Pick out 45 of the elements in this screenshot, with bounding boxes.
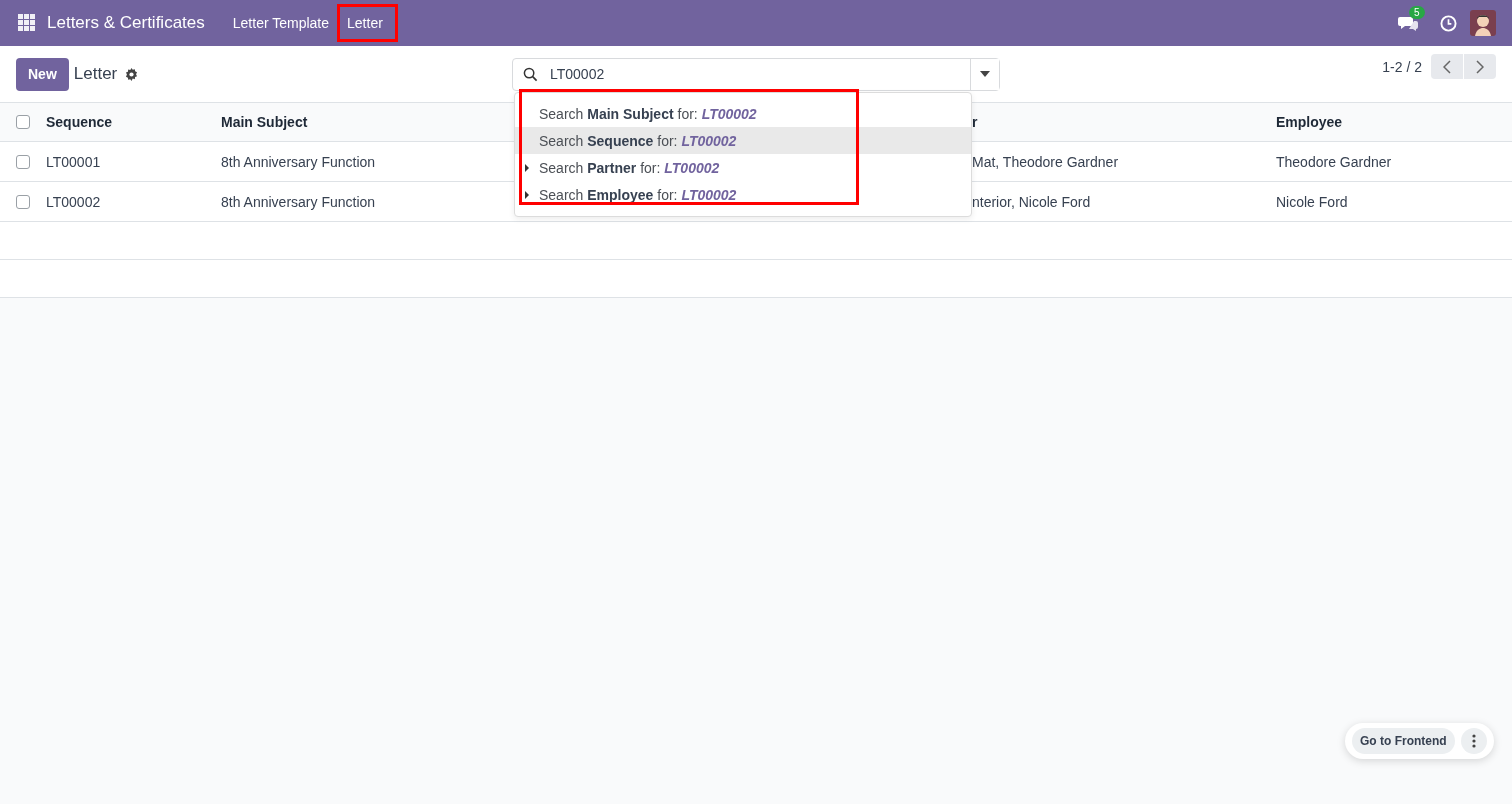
column-header[interactable]: Main Subject (221, 114, 308, 130)
pager-count: 1-2 / 2 (1382, 58, 1422, 75)
table-cell: LT00002 (46, 193, 101, 210)
expand-caret-icon[interactable] (525, 191, 529, 199)
suggestion-text: Search Partner for: LT00002 (539, 159, 720, 176)
suggestion-text: Search Main Subject for: LT00002 (539, 105, 757, 122)
suggestion-text: Search Employee for: LT00002 (539, 186, 737, 203)
search-suggestion[interactable]: Search Partner for: LT00002 (515, 154, 971, 181)
expand-caret-icon[interactable] (525, 164, 529, 172)
select-all-checkbox[interactable] (16, 115, 30, 129)
more-options-button[interactable] (1460, 728, 1487, 754)
app-title[interactable]: Letters & Certificates (47, 13, 205, 33)
avatar-icon[interactable] (1470, 10, 1496, 36)
table-cell: Mat, Theodore Gardner (972, 153, 1119, 170)
column-header[interactable]: Sequence (46, 114, 113, 130)
search-suggestion[interactable]: Search Main Subject for: LT00002 (515, 100, 971, 127)
go-to-frontend-button[interactable]: Go to Frontend (1352, 728, 1455, 754)
search-bar[interactable]: LT00002 (512, 57, 1000, 91)
chevron-left-icon (1443, 59, 1451, 74)
column-header[interactable]: Employee (1276, 114, 1343, 130)
row-checkbox[interactable] (16, 194, 30, 209)
table-cell: 8th Anniversary Function (221, 193, 376, 210)
suggestion-text: Search Sequence for: LT00002 (539, 132, 737, 149)
clock-icon[interactable] (1440, 14, 1457, 32)
app-grid-icon[interactable] (18, 14, 36, 32)
table-cell: Nicole Ford (1276, 193, 1348, 210)
column-header[interactable]: r (972, 114, 978, 130)
search-icon (523, 66, 538, 82)
breadcrumb-title: Letter (73, 64, 118, 84)
table-cell: 8th Anniversary Function (221, 153, 376, 170)
search-input[interactable]: LT00002 (548, 65, 970, 83)
kebab-menu-icon (1471, 734, 1476, 748)
search-suggestion[interactable]: Search Sequence for: LT00002 (515, 127, 971, 154)
table-cell: Theodore Gardner (1276, 153, 1392, 170)
settings-icon[interactable] (125, 67, 139, 81)
search-suggestion[interactable]: Search Employee for: LT00002 (515, 181, 971, 208)
message-count-badge: 5 (1409, 6, 1425, 19)
chat-icon[interactable] (1398, 15, 1418, 31)
caret-icon (980, 71, 990, 77)
chevron-right-icon (1476, 59, 1484, 74)
new-button[interactable]: New (16, 57, 69, 91)
search-options-toggle[interactable] (970, 58, 999, 90)
table-cell: LT00001 (46, 153, 101, 170)
row-checkbox[interactable] (16, 154, 30, 169)
table-cell: nterior, Nicole Ford (972, 193, 1091, 210)
